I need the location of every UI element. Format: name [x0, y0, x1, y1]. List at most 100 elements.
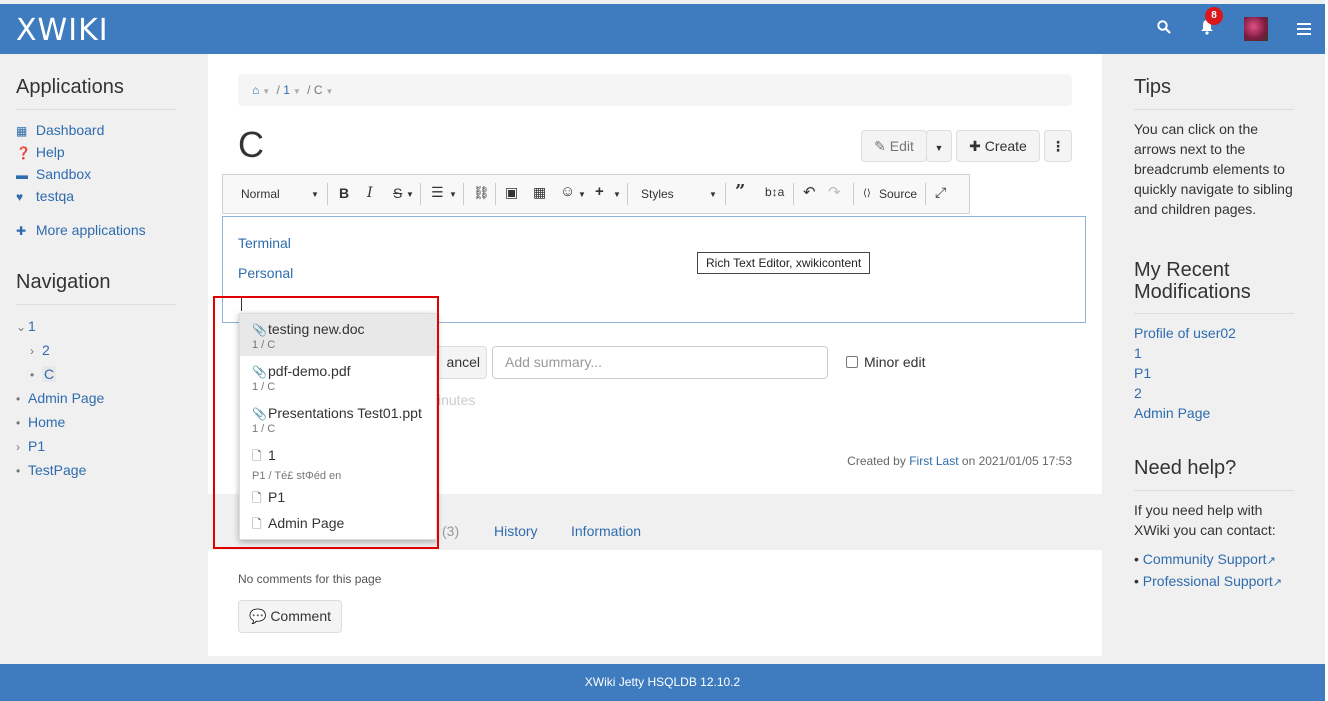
tree-node-p1[interactable]: › P1 — [16, 434, 176, 458]
minor-edit-checkbox[interactable]: Minor edit — [846, 354, 925, 370]
chevron-right-icon[interactable]: › — [30, 339, 42, 363]
tips-text: You can click on the arrows next to the … — [1134, 121, 1293, 217]
recent-modifications-title: My Recent Modifications — [1134, 219, 1294, 314]
source-button[interactable]: Source — [879, 187, 917, 201]
external-link-icon: ↗ — [1272, 577, 1282, 589]
tree-node-testpage[interactable]: • TestPage — [16, 458, 176, 482]
toolbar-separator — [925, 183, 926, 205]
search-icon[interactable] — [1157, 20, 1171, 37]
toolbar-separator — [793, 183, 794, 205]
vertical-ellipsis-icon: ⋮ — [1051, 138, 1065, 154]
chevron-down-icon[interactable]: ⌄ — [16, 315, 28, 339]
maximize-icon[interactable]: ⤢ — [935, 184, 946, 201]
tips-title: Tips — [1134, 54, 1294, 110]
community-support-link[interactable]: • Community Support↗ — [1134, 549, 1294, 571]
breadcrumb: ⌂ ▼ / 1 ▼ / C ▼ — [238, 74, 1072, 106]
caret-down-icon[interactable]: ▼ — [449, 190, 457, 199]
caret-down-icon[interactable]: ▼ — [311, 190, 319, 199]
redo-icon[interactable]: ↷ — [828, 183, 841, 201]
navigation-title: Navigation — [16, 241, 176, 305]
more-applications-link[interactable]: ✚ More applications — [16, 219, 176, 241]
caret-down-icon[interactable]: ▼ — [709, 190, 717, 199]
chevron-down-icon[interactable]: ▼ — [262, 87, 270, 96]
recent-item[interactable]: Profile of user02 — [1134, 323, 1294, 343]
chevron-down-icon[interactable]: ▼ — [293, 87, 301, 96]
tab-information[interactable]: Information — [571, 523, 641, 539]
hamburger-icon[interactable] — [1297, 22, 1311, 38]
home-icon[interactable]: ⌂ — [252, 83, 259, 97]
editor-link-personal[interactable]: Personal — [238, 265, 293, 281]
professional-support-link[interactable]: • Professional Support↗ — [1134, 571, 1294, 593]
applications-list: ▦ Dashboard ❓ Help ▬ Sandbox ♥ testqa ✚ … — [16, 119, 176, 241]
caret-down-icon[interactable]: ▼ — [578, 190, 586, 199]
create-button[interactable]: ✚ Create — [956, 130, 1040, 162]
styles-dropdown[interactable]: Styles — [641, 187, 674, 201]
list-icon[interactable]: ☰ — [431, 184, 444, 201]
toolbar-separator — [420, 183, 421, 205]
toolbar-separator — [327, 183, 328, 205]
recent-item[interactable]: 2 — [1134, 383, 1294, 403]
tree-node-admin-page[interactable]: • Admin Page — [16, 386, 176, 410]
strikethrough-icon[interactable]: S — [393, 185, 402, 201]
editor-link-terminal[interactable]: Terminal — [238, 235, 291, 251]
app-item-testqa[interactable]: ♥ testqa — [16, 185, 176, 207]
blockquote-icon[interactable]: ” — [735, 181, 745, 202]
toolbar-separator — [725, 183, 726, 205]
tab-attachments-count[interactable]: (3) — [442, 523, 459, 539]
app-item-dashboard[interactable]: ▦ Dashboard — [16, 119, 176, 141]
comments-panel: No comments for this page 💬 Comment — [208, 550, 1102, 656]
user-avatar[interactable] — [1244, 17, 1268, 41]
navigation-tree: ⌄ 1 › 2 • C • Admin Page • Home › P1 • TestPage — [16, 314, 176, 482]
image-icon[interactable]: ▣ — [505, 184, 518, 201]
tree-node-1[interactable]: ⌄ 1 — [16, 314, 176, 338]
caret-down-icon[interactable]: ▼ — [406, 190, 414, 199]
tab-history[interactable]: History — [494, 523, 538, 539]
plus-icon: ✚ — [16, 224, 27, 238]
comment-icon: 💬 — [248, 608, 267, 624]
insert-plus-icon[interactable]: + — [595, 183, 604, 200]
toolbar-separator — [463, 183, 464, 205]
xwiki-logo[interactable]: XWIKI — [16, 13, 109, 48]
comment-button[interactable]: 💬 Comment — [238, 600, 342, 633]
app-item-sandbox[interactable]: ▬ Sandbox — [16, 163, 176, 185]
recent-item[interactable]: Admin Page — [1134, 403, 1294, 423]
italic-icon[interactable]: I — [367, 185, 373, 201]
autosave-minutes-text: inutes — [438, 392, 476, 408]
edit-dropdown-button[interactable]: ▼ — [926, 130, 952, 162]
help-text: If you need help with XWiki you can cont… — [1134, 502, 1276, 538]
caret-down-icon: ▼ — [934, 143, 944, 153]
summary-input[interactable]: Add summary... — [492, 346, 828, 379]
app-item-help[interactable]: ❓ Help — [16, 141, 176, 163]
plus-icon: ✚ — [969, 138, 981, 154]
tree-node-2[interactable]: › 2 — [16, 338, 176, 362]
editor-tooltip: Rich Text Editor, xwikicontent — [697, 252, 871, 274]
author-link[interactable]: First Last — [909, 454, 958, 468]
checkbox-icon[interactable] — [846, 356, 858, 368]
tree-node-c[interactable]: • C — [16, 362, 176, 386]
toolbar-separator — [627, 183, 628, 205]
edit-button[interactable]: ✎ Edit — [861, 130, 927, 162]
recent-modifications-list: Profile of user02 1 P1 2 Admin Page — [1134, 323, 1294, 423]
left-sidebar: Applications ▦ Dashboard ❓ Help ▬ Sandbo… — [16, 54, 176, 482]
table-icon[interactable]: ▦ — [533, 184, 546, 201]
emoji-icon[interactable]: ☺ — [560, 183, 575, 200]
undo-icon[interactable]: ↶ — [803, 183, 816, 201]
caret-down-icon[interactable]: ▼ — [613, 190, 621, 199]
more-actions-button[interactable]: ⋮ — [1044, 130, 1072, 162]
tree-node-home[interactable]: • Home — [16, 410, 176, 434]
chevron-right-icon[interactable]: › — [16, 435, 28, 459]
text-direction-icon[interactable]: b↕a — [765, 185, 784, 199]
format-dropdown[interactable]: Normal — [241, 187, 280, 201]
bullet-icon: • — [16, 464, 21, 478]
notification-count-badge: 8 — [1205, 7, 1223, 25]
bold-icon[interactable]: B — [339, 185, 349, 201]
sandbox-icon: ▬ — [16, 168, 28, 182]
source-icon[interactable]: ⟨⟩ — [863, 188, 871, 199]
chevron-down-icon[interactable]: ▼ — [325, 87, 333, 96]
recent-item[interactable]: P1 — [1134, 363, 1294, 383]
recent-item[interactable]: 1 — [1134, 343, 1294, 363]
breadcrumb-item[interactable]: 1 — [283, 83, 290, 97]
cancel-button[interactable]: ancel — [433, 346, 487, 379]
link-icon[interactable]: ⛓ — [473, 185, 490, 201]
dashboard-icon: ▦ — [16, 124, 28, 138]
